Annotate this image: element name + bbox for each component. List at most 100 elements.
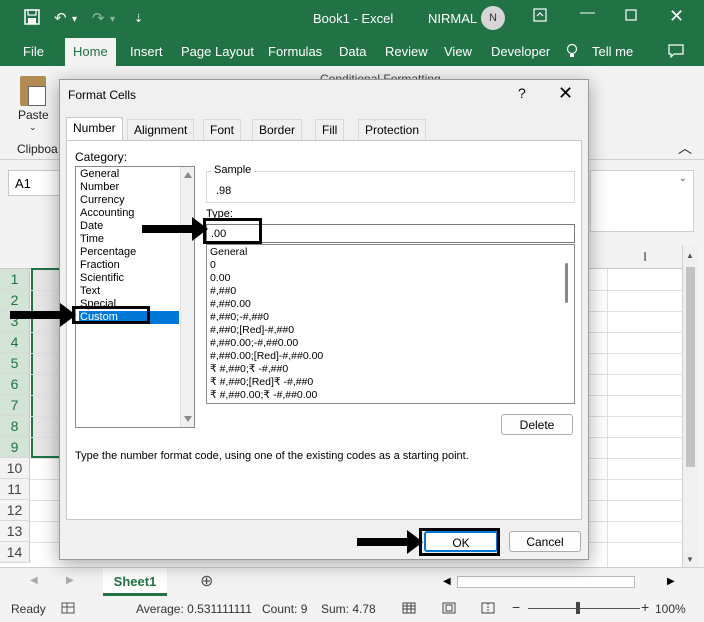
tab-home[interactable]: Home bbox=[65, 38, 116, 66]
row-header[interactable]: 11 bbox=[0, 479, 30, 500]
tab-alignment[interactable]: Alignment bbox=[127, 119, 195, 140]
tell-me-search[interactable]: Tell me bbox=[592, 44, 633, 59]
row-header[interactable]: 14 bbox=[0, 542, 30, 563]
zoom-slider-handle[interactable] bbox=[576, 602, 580, 614]
row-header[interactable]: 10 bbox=[0, 458, 30, 479]
selected-range[interactable] bbox=[31, 268, 61, 458]
undo-icon[interactable]: ↶ bbox=[54, 9, 67, 27]
tab-view[interactable]: View bbox=[444, 44, 472, 59]
row-header[interactable]: 6 bbox=[0, 374, 30, 395]
row-header[interactable]: 13 bbox=[0, 521, 30, 542]
category-item[interactable]: General bbox=[79, 168, 179, 181]
category-item[interactable]: Accounting bbox=[79, 207, 179, 220]
format-code-item[interactable]: #,##0 bbox=[210, 285, 236, 298]
help-icon[interactable]: ? bbox=[518, 85, 526, 101]
type-list-scrollbar[interactable] bbox=[560, 245, 574, 403]
column-header-i[interactable]: I bbox=[608, 249, 682, 264]
format-code-item[interactable]: General bbox=[210, 246, 247, 259]
customize-qat-icon[interactable]: ⇣ bbox=[134, 12, 143, 25]
save-icon[interactable] bbox=[24, 9, 40, 29]
row-header[interactable]: 7 bbox=[0, 395, 30, 416]
row-header[interactable]: 2 bbox=[0, 290, 30, 311]
format-code-item[interactable]: #,##0.00;-#,##0.00 bbox=[210, 337, 298, 350]
row-header[interactable]: 8 bbox=[0, 416, 30, 437]
next-sheet-icon[interactable]: ▶ bbox=[66, 575, 74, 586]
scroll-down-icon[interactable]: ▼ bbox=[686, 555, 694, 564]
format-code-item[interactable]: ₹ #,##0;₹ -#,##0 bbox=[210, 363, 288, 376]
format-code-item[interactable]: #,##0;-#,##0 bbox=[210, 311, 269, 324]
cancel-button[interactable]: Cancel bbox=[509, 531, 581, 552]
zoom-out-icon[interactable]: − bbox=[512, 599, 520, 615]
delete-button[interactable]: Delete bbox=[501, 414, 573, 435]
formula-bar[interactable]: ⌄ bbox=[590, 170, 694, 232]
ribbon-display-icon[interactable] bbox=[533, 8, 547, 26]
sheet-tab-sheet1[interactable]: Sheet1 bbox=[103, 568, 167, 596]
redo-dropdown-icon[interactable]: ▾ bbox=[110, 14, 115, 25]
comments-icon[interactable] bbox=[668, 44, 684, 61]
row-header[interactable]: 12 bbox=[0, 500, 30, 521]
expand-formula-icon[interactable]: ⌄ bbox=[679, 173, 687, 184]
format-code-item[interactable]: ₹ #,##0.00;₹ -#,##0.00 bbox=[210, 389, 317, 402]
page-break-view-icon[interactable] bbox=[481, 602, 495, 617]
category-item[interactable]: Percentage bbox=[79, 246, 179, 259]
scroll-down-icon[interactable] bbox=[184, 416, 192, 422]
scroll-up-icon[interactable] bbox=[184, 172, 192, 178]
prev-sheet-icon[interactable]: ◀ bbox=[30, 575, 38, 586]
tab-formulas[interactable]: Formulas bbox=[268, 44, 322, 59]
tab-protection[interactable]: Protection bbox=[358, 119, 427, 140]
scrollbar-thumb[interactable] bbox=[565, 263, 568, 303]
tab-page-layout[interactable]: Page Layout bbox=[181, 44, 254, 59]
zoom-level[interactable]: 100% bbox=[655, 602, 686, 616]
scrollbar-thumb[interactable] bbox=[686, 267, 695, 467]
restore-icon[interactable] bbox=[625, 8, 637, 25]
page-layout-view-icon[interactable] bbox=[442, 602, 456, 617]
tab-review[interactable]: Review bbox=[385, 44, 428, 59]
row-header[interactable]: 4 bbox=[0, 332, 30, 353]
category-item[interactable]: Text bbox=[79, 285, 179, 298]
paste-label[interactable]: Paste bbox=[18, 108, 49, 122]
tab-file[interactable]: File bbox=[23, 44, 44, 59]
tab-font[interactable]: Font bbox=[203, 119, 242, 140]
hscroll-left-icon[interactable]: ◀ bbox=[443, 576, 451, 587]
horizontal-scrollbar-thumb[interactable] bbox=[457, 576, 635, 588]
format-code-item[interactable]: #,##0.00 bbox=[210, 298, 251, 311]
name-box[interactable]: A1 bbox=[8, 170, 60, 196]
tab-fill[interactable]: Fill bbox=[315, 119, 345, 140]
row-header[interactable]: 9 bbox=[0, 437, 30, 458]
category-item[interactable]: Currency bbox=[79, 194, 179, 207]
paste-icon[interactable] bbox=[20, 76, 46, 106]
tab-data[interactable]: Data bbox=[339, 44, 366, 59]
lightbulb-icon[interactable] bbox=[566, 43, 578, 62]
format-code-item[interactable]: 0.00 bbox=[210, 272, 230, 285]
format-code-item[interactable]: #,##0;[Red]-#,##0 bbox=[210, 324, 294, 337]
close-icon[interactable]: ✕ bbox=[669, 6, 684, 27]
category-item[interactable]: Number bbox=[79, 181, 179, 194]
row-header[interactable]: 1 bbox=[0, 269, 30, 290]
row-header[interactable]: 5 bbox=[0, 353, 30, 374]
scroll-up-icon[interactable]: ▲ bbox=[686, 251, 694, 260]
category-item[interactable]: Scientific bbox=[79, 272, 179, 285]
type-format-list[interactable]: General 0 0.00 #,##0 #,##0.00 #,##0;-#,#… bbox=[206, 244, 575, 404]
accessibility-icon[interactable] bbox=[61, 602, 75, 617]
normal-view-icon[interactable] bbox=[402, 602, 416, 617]
tab-developer[interactable]: Developer bbox=[491, 44, 550, 59]
category-list[interactable]: General Number Currency Accounting Date … bbox=[75, 166, 195, 428]
redo-icon[interactable]: ↷ bbox=[92, 9, 105, 27]
format-code-item[interactable]: #,##0.00;[Red]-#,##0.00 bbox=[210, 350, 323, 363]
format-code-item[interactable]: ₹ #,##0;[Red]₹ -#,##0 bbox=[210, 376, 313, 389]
format-code-item[interactable]: 0 bbox=[210, 259, 216, 272]
close-icon[interactable]: ✕ bbox=[558, 83, 573, 104]
avatar[interactable]: N bbox=[481, 6, 505, 30]
zoom-slider[interactable] bbox=[528, 608, 640, 609]
undo-dropdown-icon[interactable]: ▾ bbox=[72, 14, 77, 25]
category-item[interactable]: Fraction bbox=[79, 259, 179, 272]
zoom-in-icon[interactable]: + bbox=[641, 599, 649, 615]
collapse-ribbon-icon[interactable]: ︿ bbox=[678, 138, 692, 158]
tab-border[interactable]: Border bbox=[252, 119, 303, 140]
tab-number[interactable]: Number bbox=[66, 117, 123, 141]
paste-dropdown-icon[interactable]: ⌄ bbox=[29, 122, 37, 133]
hscroll-right-icon[interactable]: ▶ bbox=[667, 576, 675, 587]
category-scrollbar[interactable] bbox=[180, 167, 194, 427]
minimize-icon[interactable]: — bbox=[580, 4, 595, 21]
tab-insert[interactable]: Insert bbox=[130, 44, 163, 59]
